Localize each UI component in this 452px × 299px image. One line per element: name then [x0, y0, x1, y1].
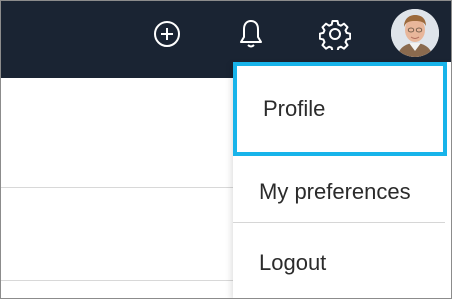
notifications-button[interactable] [235, 18, 267, 50]
menu-divider [233, 222, 445, 223]
menu-item-label: Profile [263, 96, 326, 121]
content-divider [1, 280, 233, 281]
plus-circle-icon [154, 21, 180, 47]
add-button[interactable] [151, 18, 183, 50]
menu-item-profile[interactable]: Profile [233, 62, 447, 156]
user-avatar[interactable] [391, 9, 439, 57]
menu-item-my-preferences[interactable]: My preferences [233, 162, 445, 222]
user-photo-icon [391, 9, 439, 57]
content-divider [1, 187, 233, 188]
bell-icon [240, 20, 262, 48]
gear-icon [319, 20, 351, 50]
settings-button[interactable] [319, 18, 351, 50]
menu-item-label: My preferences [259, 179, 411, 204]
app-window: Profile My preferences Logout [0, 0, 452, 299]
menu-item-logout[interactable]: Logout [233, 232, 445, 294]
user-menu-dropdown: Profile My preferences Logout [233, 62, 451, 298]
menu-item-label: Logout [259, 250, 327, 275]
